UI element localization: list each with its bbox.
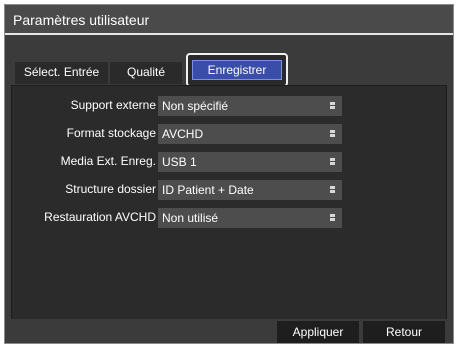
window-title: Paramètres utilisateur bbox=[13, 12, 150, 28]
settings-panel: Support externe Non spécifié Format stoc… bbox=[11, 85, 447, 321]
external-media-select[interactable]: Non spécifié bbox=[158, 96, 342, 116]
setting-value: AVCHD bbox=[162, 127, 204, 141]
setting-label: Restauration AVCHD bbox=[44, 210, 156, 224]
apply-button[interactable]: Appliquer bbox=[277, 321, 359, 343]
title-bar: Paramètres utilisateur bbox=[5, 5, 453, 35]
tab-record[interactable]: Enregistrer bbox=[192, 60, 282, 80]
tab-quality[interactable]: Qualité bbox=[110, 62, 182, 84]
setting-value: Non utilisé bbox=[162, 211, 219, 225]
dropdown-icon bbox=[330, 158, 335, 165]
setting-value: ID Patient + Date bbox=[162, 183, 254, 197]
tab-select-input[interactable]: Sélect. Entrée bbox=[15, 62, 108, 84]
dropdown-icon bbox=[330, 130, 335, 137]
folder-structure-select[interactable]: ID Patient + Date bbox=[158, 180, 342, 200]
dropdown-icon bbox=[330, 214, 335, 221]
footer-bar: Appliquer Retour bbox=[5, 319, 453, 343]
setting-label: Structure dossier bbox=[65, 182, 156, 196]
setting-label: Support externe bbox=[70, 98, 156, 112]
setting-row-folder-structure: Structure dossier ID Patient + Date bbox=[12, 180, 446, 200]
tab-record-focus-frame: Enregistrer bbox=[186, 53, 288, 87]
dropdown-icon bbox=[330, 186, 335, 193]
setting-row-ext-record-media: Media Ext. Enreg. USB 1 bbox=[12, 152, 446, 172]
avchd-restore-select[interactable]: Non utilisé bbox=[158, 208, 342, 228]
setting-value: USB 1 bbox=[162, 155, 197, 169]
dropdown-icon bbox=[330, 102, 335, 109]
settings-window: Paramètres utilisateur Sélect. Entrée Qu… bbox=[4, 4, 454, 344]
storage-format-select[interactable]: AVCHD bbox=[158, 124, 342, 144]
setting-label: Media Ext. Enreg. bbox=[60, 154, 156, 168]
back-button[interactable]: Retour bbox=[363, 321, 445, 343]
setting-value: Non spécifié bbox=[162, 99, 229, 113]
setting-row-avchd-restore: Restauration AVCHD Non utilisé bbox=[12, 208, 446, 228]
setting-label: Format stockage bbox=[66, 126, 156, 140]
ext-record-media-select[interactable]: USB 1 bbox=[158, 152, 342, 172]
setting-row-storage-format: Format stockage AVCHD bbox=[12, 124, 446, 144]
setting-row-external-media: Support externe Non spécifié bbox=[12, 96, 446, 116]
